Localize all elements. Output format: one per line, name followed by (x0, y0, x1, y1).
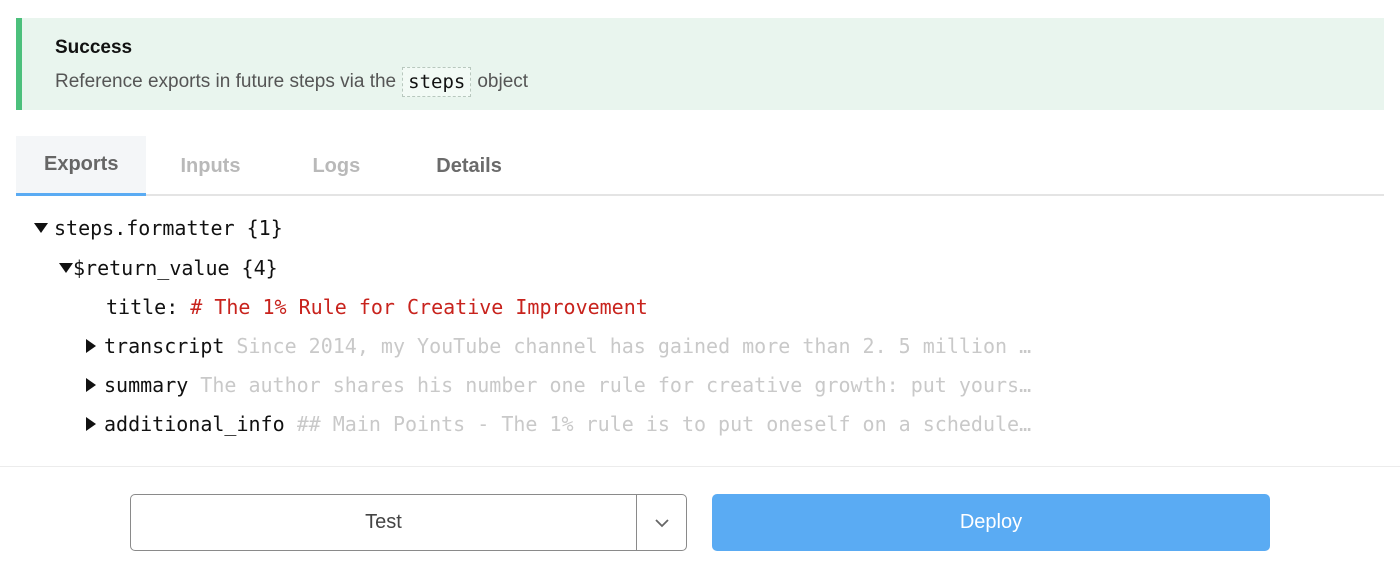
tree-value-preview: Since 2014, my YouTube channel has gaine… (236, 334, 1032, 358)
tree-count: {1} (246, 216, 283, 240)
tree-key: transcript (104, 334, 225, 358)
tree-key: steps.formatter (54, 216, 235, 240)
tree-row-steps-formatter[interactable]: steps.formatter {1} (34, 208, 283, 248)
test-button[interactable]: Test (131, 495, 636, 550)
caret-right-icon[interactable] (86, 417, 96, 431)
chevron-down-icon (654, 518, 669, 527)
success-banner: Success Reference exports in future step… (16, 18, 1384, 110)
deploy-button[interactable]: Deploy (712, 494, 1270, 551)
tree-key: title: (106, 295, 179, 319)
test-dropdown-button[interactable] (636, 495, 686, 550)
tree-row-return-value[interactable]: $return_value {4} (59, 248, 278, 288)
footer-actions: Test Deploy (0, 466, 1400, 572)
banner-message-before: Reference exports in future steps via th… (55, 71, 397, 92)
caret-right-icon[interactable] (86, 378, 96, 392)
tree-value-preview: ## Main Points - The 1% rule is to put o… (296, 412, 1032, 436)
banner-message-after: object (477, 71, 529, 92)
tree-value-preview: The author shares his number one rule fo… (200, 373, 1032, 397)
tree-row-summary[interactable]: summary The author shares his number one… (86, 365, 1031, 405)
tree-row-title: title: # The 1% Rule for Creative Improv… (106, 287, 648, 327)
tree-key: additional_info (104, 412, 285, 436)
tab-logs[interactable]: Logs (274, 136, 398, 196)
tree-key: summary (104, 373, 189, 397)
banner-title: Success (55, 37, 133, 58)
tree-key: $return_value (73, 256, 230, 280)
tree-count: {4} (241, 256, 278, 280)
tab-details[interactable]: Details (398, 136, 540, 196)
tab-exports[interactable]: Exports (16, 136, 147, 196)
test-button-group: Test (130, 494, 687, 551)
banner-message: Reference exports in future steps via th… (55, 67, 1384, 97)
caret-down-icon[interactable] (59, 263, 73, 273)
tab-inputs[interactable]: Inputs (146, 136, 274, 196)
tree-value: # The 1% Rule for Creative Improvement (190, 295, 648, 319)
tree-row-additional-info[interactable]: additional_info ## Main Points - The 1% … (86, 404, 1031, 444)
caret-right-icon[interactable] (86, 339, 96, 353)
tab-bar: Exports Inputs Logs Details (16, 136, 1384, 196)
caret-down-icon[interactable] (34, 223, 48, 233)
tree-row-transcript[interactable]: transcript Since 2014, my YouTube channe… (86, 326, 1031, 366)
steps-code-chip: steps (402, 67, 472, 97)
